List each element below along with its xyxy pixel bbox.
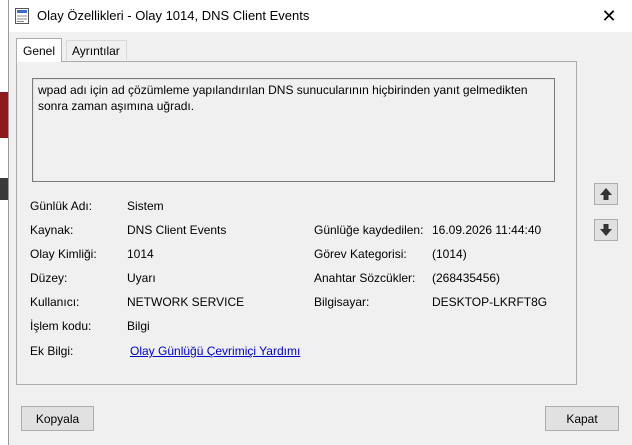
logged-label: Günlüğe kaydedilen: — [314, 223, 424, 237]
background-window-strip — [0, 0, 8, 445]
computer-value: DESKTOP-LKRFT8G — [432, 295, 548, 309]
previous-event-button[interactable] — [594, 183, 618, 205]
tab-details[interactable]: Ayrıntılar — [66, 40, 127, 60]
event-properties-icon — [15, 8, 29, 24]
level-value: Uyarı — [127, 271, 156, 285]
task-category-value: (1014) — [432, 247, 467, 261]
general-tab-panel: wpad adı için ad çözümleme yapılandırıla… — [16, 61, 577, 385]
logged-value: 16.09.2026 11:44:40 — [432, 223, 542, 237]
event-description[interactable]: wpad adı için ad çözümleme yapılandırıla… — [32, 78, 555, 182]
user-label: Kullanıcı: — [30, 295, 80, 309]
close-button[interactable]: Kapat — [545, 406, 619, 431]
user-value: NETWORK SERVICE — [127, 295, 245, 309]
level-label: Düzey: — [30, 271, 68, 285]
title-bar: Olay Özellikleri - Olay 1014, DNS Client… — [9, 0, 632, 32]
close-icon: ✕ — [601, 5, 617, 26]
online-help-link[interactable]: Olay Günlüğü Çevrimiçi Yardımı — [130, 344, 300, 358]
tab-general[interactable]: Genel — [16, 38, 63, 62]
event-id-value: 1014 — [127, 247, 154, 261]
source-value: DNS Client Events — [127, 223, 227, 237]
more-info-label: Ek Bilgi: — [30, 344, 74, 358]
background-window-fragment-dark — [0, 178, 8, 200]
window-title: Olay Özellikleri - Olay 1014, DNS Client… — [37, 8, 310, 23]
up-arrow-icon — [600, 188, 612, 200]
event-properties-dialog: Olay Özellikleri - Olay 1014, DNS Client… — [8, 0, 632, 445]
keywords-value: (268435456) — [432, 271, 501, 285]
task-category-label: Görev Kategorisi: — [314, 247, 407, 261]
log-name-value: Sistem — [127, 199, 164, 213]
source-label: Kaynak: — [30, 223, 74, 237]
next-event-button[interactable] — [594, 219, 618, 241]
keywords-label: Anahtar Sözcükler: — [314, 271, 416, 285]
log-name-label: Günlük Adı: — [30, 199, 93, 213]
opcode-value: Bilgi — [127, 319, 150, 333]
close-window-button[interactable]: ✕ — [586, 0, 632, 32]
background-window-fragment — [0, 92, 8, 138]
opcode-label: İşlem kodu: — [30, 319, 92, 333]
down-arrow-icon — [600, 224, 612, 236]
event-id-label: Olay Kimliği: — [30, 247, 97, 261]
computer-label: Bilgisayar: — [314, 295, 370, 309]
copy-button[interactable]: Kopyala — [21, 406, 94, 431]
